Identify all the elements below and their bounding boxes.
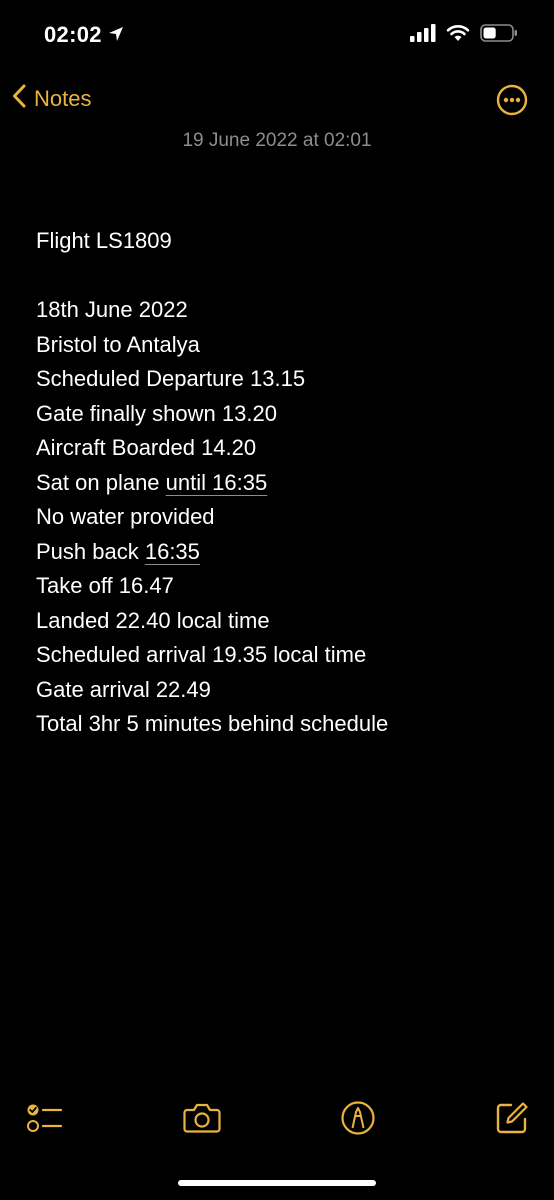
- note-line-text: Gate finally shown 13.20: [36, 400, 277, 426]
- note-line-text: Scheduled Departure 13.15: [36, 366, 306, 391]
- note-line: Scheduled arrival 19.35 local time: [36, 638, 536, 673]
- note-line-text: Gate arrival 22.49: [36, 676, 211, 702]
- wifi-icon: [446, 24, 470, 47]
- note-line: Total 3hr 5 minutes behind schedule: [36, 707, 536, 742]
- note-line-text: Aircraft Boarded 14.20: [36, 435, 257, 460]
- note-line: Gate finally shown 13.20: [36, 397, 536, 432]
- note-line: Bristol to Antalya: [36, 328, 536, 363]
- bottom-toolbar: [0, 1100, 554, 1144]
- note-line-text: 18th June 2022: [36, 297, 188, 322]
- note-line: Push back 16:35: [36, 535, 536, 570]
- status-time-text: 02:02: [44, 22, 102, 47]
- note-line: Landed 22.40 local time: [36, 604, 536, 639]
- note-body[interactable]: Flight LS1809 18th June 2022 Bristol to An…: [36, 224, 536, 742]
- chevron-left-icon: [12, 84, 26, 114]
- note-line: 18th June 2022: [36, 293, 536, 328]
- note-date: 19 June 2022 at 02:01: [182, 130, 372, 151]
- note-line: Sat on plane until 16:35: [36, 466, 536, 501]
- note-line: No water provided: [36, 500, 536, 535]
- navigation-bar: Notes: [0, 76, 554, 124]
- note-line: Gate arrival 22.49: [36, 673, 536, 708]
- compose-button[interactable]: [492, 1100, 532, 1140]
- note-line-text: Take off 16.47: [36, 573, 174, 598]
- markup-pen-icon: [340, 1100, 376, 1141]
- note-line-text: No water provided: [36, 504, 215, 529]
- note-line-text: Scheduled arrival 19.35 local time: [36, 642, 367, 667]
- note-line: Aircraft Boarded 14.20: [36, 431, 536, 466]
- more-options-button[interactable]: [496, 84, 528, 116]
- cellular-signal-icon: [410, 24, 436, 47]
- camera-icon: [183, 1102, 221, 1139]
- note-line: Take off 16.47: [36, 569, 536, 604]
- detected-time-link[interactable]: until 16:35: [166, 470, 268, 495]
- checklist-icon: [25, 1101, 63, 1140]
- note-line-text: Sat on plane: [36, 469, 166, 495]
- checklist-button[interactable]: [24, 1100, 64, 1140]
- compose-icon: [494, 1100, 530, 1141]
- back-button[interactable]: Notes: [12, 84, 91, 114]
- back-button-label: Notes: [34, 86, 92, 111]
- status-time: 02:02: [44, 22, 124, 48]
- note-line: [36, 259, 536, 294]
- detected-time-link[interactable]: 16:35: [145, 539, 200, 564]
- home-indicator[interactable]: [178, 1180, 376, 1186]
- ellipsis-circle-icon: [496, 84, 528, 120]
- note-line-text: Landed 22.40 local time: [36, 607, 270, 633]
- note-line: Flight LS1809: [36, 224, 536, 259]
- note-line-text: Flight LS1809: [36, 228, 172, 253]
- battery-icon: [480, 24, 518, 47]
- note-line-text: Push back: [36, 538, 145, 564]
- camera-button[interactable]: [182, 1100, 222, 1140]
- note-line-text: Bristol to Antalya: [36, 331, 200, 357]
- location-arrow-icon: [108, 22, 124, 48]
- note-line-text: Total 3hr 5 minutes behind schedule: [36, 711, 389, 736]
- status-bar: 02:02: [0, 0, 554, 70]
- markup-button[interactable]: [338, 1100, 378, 1140]
- note-line: Scheduled Departure 13.15: [36, 362, 536, 397]
- status-indicators: [410, 24, 518, 47]
